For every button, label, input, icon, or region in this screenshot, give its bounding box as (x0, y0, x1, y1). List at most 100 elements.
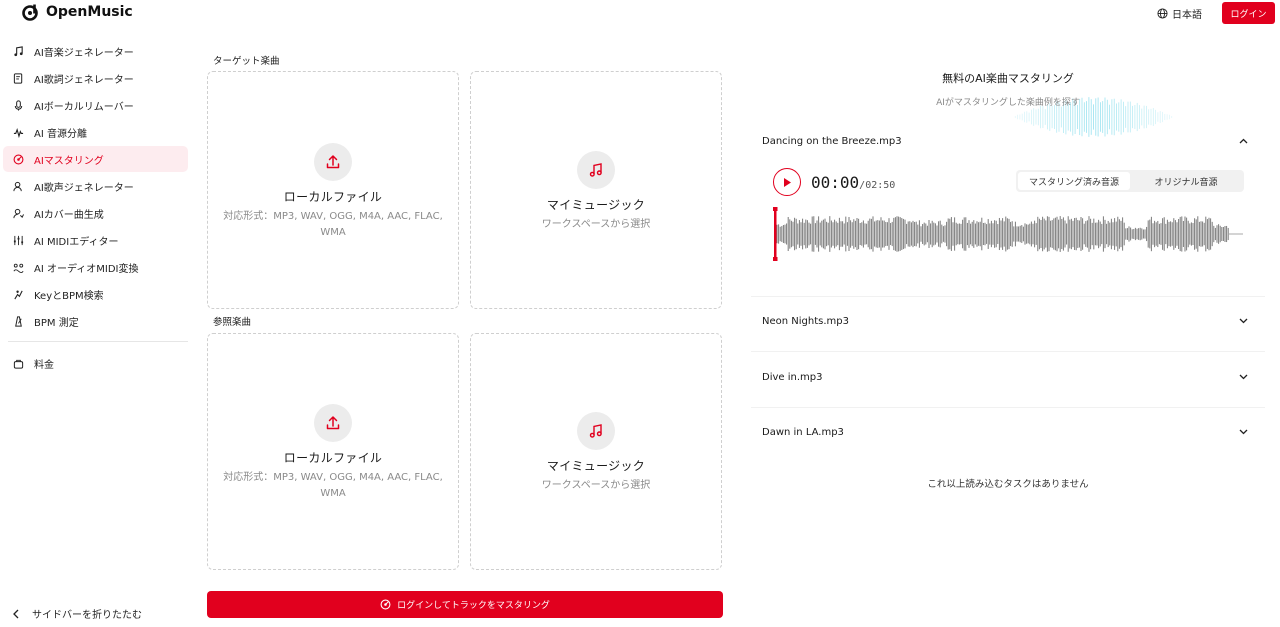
login-and-master-button[interactable]: ログインしてトラックをマスタリング (207, 591, 723, 618)
singer-icon (13, 181, 22, 191)
sidebar-item-ai-lyrics-generator[interactable]: AI歌詞ジェネレーター (3, 65, 188, 91)
supported-formats: 対応形式：MP3, WAV, OGG, M4A, AAC, FLAC, WMA (223, 472, 443, 499)
openmusic-logo-icon (22, 4, 38, 21)
no-more-tasks-message: これ以上読み込むタスクはありません (927, 479, 1089, 490)
sidebar: AI音楽ジェネレーター AI歌詞ジェネレーター AIボーカルリムーバー AI 音… (0, 38, 196, 627)
sidebar-item-label: AI オーディオMIDI変換 (34, 263, 139, 275)
microphone-icon (14, 99, 23, 111)
upload-icon-wrap (314, 404, 352, 442)
upload-icon (326, 155, 340, 169)
mastering-icon (380, 599, 391, 610)
divider (751, 407, 1265, 408)
sidebar-item-ai-midi-editor[interactable]: AI MIDIエディター (3, 227, 188, 253)
sliders-icon (13, 235, 24, 245)
sidebar-item-ai-singing-generator[interactable]: AI歌声ジェネレーター (3, 173, 188, 199)
playback-time: 00:00/02:50 (811, 173, 895, 192)
cover-icon (13, 208, 24, 218)
track-accordion-dive-in[interactable]: Dive in.mp3 (762, 367, 1248, 387)
sidebar-item-label: AI音楽ジェネレーター (34, 47, 134, 59)
master-button-label: ログインしてトラックをマスタリング (397, 601, 550, 611)
collapse-sidebar-button[interactable]: サイドバーを折りたたむ (12, 606, 142, 621)
sidebar-item-label: BPM 測定 (34, 317, 79, 329)
music-note-icon (14, 45, 23, 56)
music-icon-wrap (577, 412, 615, 450)
my-music-title: マイミュージック (546, 198, 646, 212)
examples-panel: 無料のAI楽曲マスタリング AIがマスタリングした楽曲例を探す Dancing … (743, 46, 1273, 627)
card-content: ローカルファイル 対応形式：MP3, WAV, OGG, M4A, AAC, F… (208, 143, 458, 241)
music-icon-wrap (577, 151, 615, 189)
playhead-cap (773, 207, 778, 211)
music-note-icon (589, 424, 602, 438)
target-local-file-card[interactable]: ローカルファイル 対応形式：MP3, WAV, OGG, M4A, AAC, F… (207, 71, 459, 309)
sidebar-item-key-bpm-finder[interactable]: KeyとBPM検索 (3, 281, 188, 307)
supported-formats: 対応形式：MP3, WAV, OGG, M4A, AAC, FLAC, WMA (223, 211, 443, 238)
globe-icon (1157, 8, 1168, 19)
reference-local-file-card[interactable]: ローカルファイル 対応形式：MP3, WAV, OGG, M4A, AAC, F… (207, 333, 459, 570)
sidebar-item-bpm-tapper[interactable]: BPM 測定 (3, 308, 188, 334)
play-button[interactable] (773, 168, 801, 196)
card-content: ローカルファイル 対応形式：MP3, WAV, OGG, M4A, AAC, F… (208, 404, 458, 502)
track-name: Neon Nights.mp3 (762, 315, 849, 327)
app-name: OpenMusic (46, 4, 133, 20)
sidebar-item-ai-music-generator[interactable]: AI音楽ジェネレーター (3, 38, 188, 64)
sidebar-item-label: AIボーカルリムーバー (34, 101, 134, 113)
sidebar-item-ai-vocal-remover[interactable]: AIボーカルリムーバー (3, 92, 188, 118)
waveform-icon (13, 127, 24, 138)
examples-subtitle: AIがマスタリングした楽曲例を探す (936, 98, 1080, 108)
top-bar: OpenMusic 日本語 ログイン (0, 0, 1280, 28)
target-my-music-card[interactable]: マイミュージック ワークスペースから選択 (470, 71, 722, 309)
divider (751, 351, 1265, 352)
reference-track-label: 参照楽曲 (213, 317, 252, 328)
language-selector[interactable]: 日本語 (1157, 6, 1202, 21)
login-button[interactable]: ログイン (1222, 2, 1275, 24)
metronome-icon (15, 315, 22, 327)
sidebar-item-label: AI歌声ジェネレーター (34, 182, 134, 194)
card-content: マイミュージック ワークスペースから選択 (471, 412, 721, 494)
sidebar-item-label: AI 音源分離 (34, 128, 87, 140)
total-duration: /02:50 (859, 180, 896, 191)
sidebar-item-label: AIマスタリング (34, 155, 104, 167)
upload-icon-wrap (314, 143, 352, 181)
pricing-icon (13, 359, 24, 369)
divider (751, 296, 1265, 297)
current-time: 00:00 (811, 173, 860, 192)
app-root: OpenMusic 日本語 ログイン AI音楽ジェネレーター AI歌詞ジェネレー… (0, 0, 1280, 627)
local-file-title: ローカルファイル (283, 451, 383, 465)
workspace-select-text: ワークスペースから選択 (541, 480, 651, 491)
chevron-up-icon (1239, 138, 1248, 144)
sidebar-item-pricing[interactable]: 料金 (3, 350, 188, 376)
chevron-down-icon (1239, 318, 1248, 324)
collapse-label: サイドバーを折りたたむ (32, 610, 142, 621)
card-content: マイミュージック ワークスペースから選択 (471, 151, 721, 233)
convert-icon (13, 263, 24, 273)
language-label: 日本語 (1172, 10, 1202, 21)
sidebar-item-ai-stem-separation[interactable]: AI 音源分離 (3, 119, 188, 145)
sidebar-item-ai-mastering[interactable]: AIマスタリング (3, 146, 188, 172)
target-track-label: ターゲット楽曲 (213, 56, 280, 67)
reference-my-music-card[interactable]: マイミュージック ワークスペースから選択 (470, 333, 722, 570)
track-name: Dancing on the Breeze.mp3 (762, 135, 902, 147)
sidebar-divider (8, 341, 188, 342)
track-accordion-dawn-in-la[interactable]: Dawn in LA.mp3 (762, 422, 1248, 442)
track-accordion-dancing-on-the-breeze[interactable]: Dancing on the Breeze.mp3 (762, 131, 1248, 151)
mastering-icon (13, 154, 24, 164)
sidebar-item-label: AI MIDIエディター (34, 236, 119, 248)
mastered-version-tab[interactable]: マスタリング済み音源 (1018, 172, 1130, 190)
play-icon (784, 177, 791, 187)
music-note-icon (589, 163, 602, 177)
version-toggle: マスタリング済み音源 オリジナル音源 (1016, 170, 1244, 192)
audio-waveform[interactable] (773, 205, 1245, 263)
sidebar-item-label: AI歌詞ジェネレーター (34, 74, 134, 86)
examples-title: 無料のAI楽曲マスタリング (942, 72, 1074, 85)
playhead (774, 207, 777, 261)
chevron-left-icon (13, 609, 19, 618)
playhead-cap (773, 257, 778, 261)
sidebar-item-label: AIカバー曲生成 (34, 209, 104, 221)
local-file-title: ローカルファイル (283, 190, 383, 204)
original-version-tab[interactable]: オリジナル音源 (1130, 172, 1242, 190)
track-accordion-neon-nights[interactable]: Neon Nights.mp3 (762, 311, 1248, 331)
sidebar-item-ai-cover[interactable]: AIカバー曲生成 (3, 200, 188, 226)
sidebar-item-ai-audio-midi[interactable]: AI オーディオMIDI変換 (3, 254, 188, 280)
logo[interactable]: OpenMusic (22, 3, 133, 21)
upload-icon (326, 416, 340, 430)
